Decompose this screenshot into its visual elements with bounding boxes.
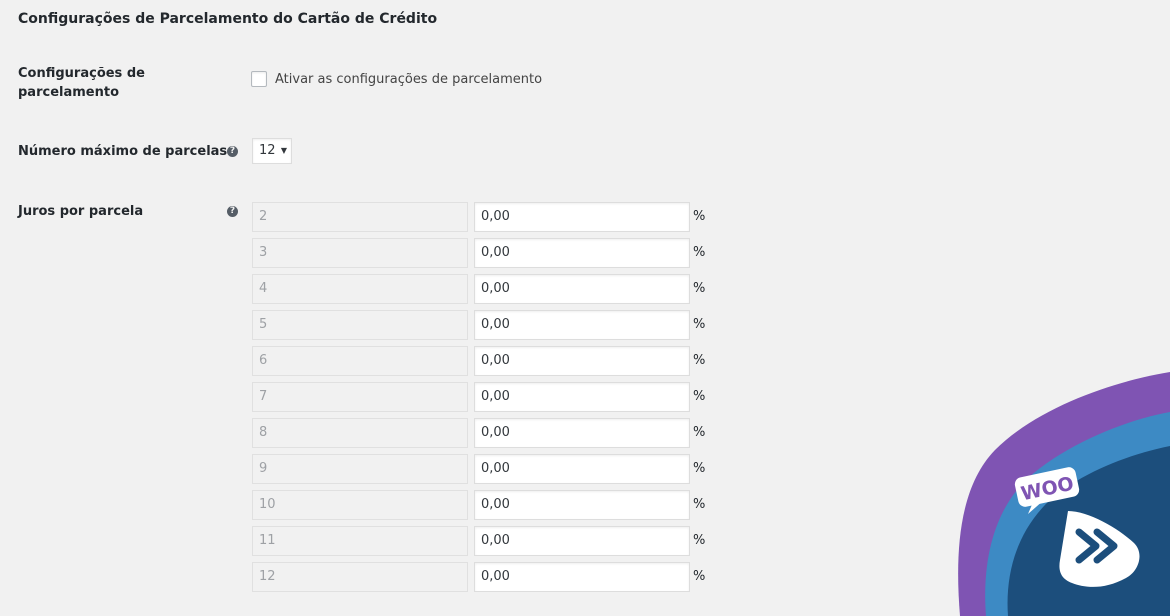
installment-number-field: 9 [252,454,468,484]
interest-rate-input[interactable]: 0,00 [474,526,690,556]
installment-row: 6 0,00% [252,346,712,376]
interest-rate-input[interactable]: 0,00 [474,418,690,448]
installment-number-field: 11 [252,526,468,556]
percent-symbol: % [693,353,706,368]
installment-row: 10 0,00% [252,490,712,520]
enable-installments-checkbox[interactable] [251,71,267,87]
installment-number-field: 2 [252,202,468,232]
installment-row: 9 0,00% [252,454,712,484]
percent-symbol: % [693,461,706,476]
percent-symbol: % [693,425,706,440]
interest-rate-input[interactable]: 0,00 [474,562,690,592]
interest-per-installment-label: Juros por parcela [18,204,144,219]
percent-symbol: % [693,245,706,260]
max-installments-label: Número máximo de parcelas [18,144,228,159]
installment-row: 7 0,00% [252,382,712,412]
dropdown-arrow-icon: ▼ [280,146,287,155]
interest-rate-input[interactable]: 0,00 [474,238,690,268]
installment-settings-label: Configurações de parcelamento [18,64,145,102]
interest-rate-input[interactable]: 0,00 [474,274,690,304]
percent-symbol: % [693,317,706,332]
installment-row: 4 0,00% [252,274,712,304]
interest-rate-input[interactable]: 0,00 [474,490,690,520]
max-installments-select-value: 12 [259,143,276,158]
installment-row: 2 0,00% [252,202,712,232]
installment-number-field: 8 [252,418,468,448]
help-icon[interactable]: ? [227,146,238,157]
installment-number-field: 5 [252,310,468,340]
woo-plugin-logo: WOO [958,372,1170,616]
percent-symbol: % [693,281,706,296]
percent-symbol: % [693,209,706,224]
installment-settings-label-line2: parcelamento [18,85,120,100]
installment-row: 12 0,00% [252,562,712,592]
installment-row: 5 0,00% [252,310,712,340]
enable-installments-checkbox-label[interactable]: Ativar as configurações de parcelamento [275,70,542,89]
installment-row: 8 0,00% [252,418,712,448]
installment-number-field: 7 [252,382,468,412]
installment-rates-list: 2 0,00% 3 0,00% 4 0,00% 5 0,00% 6 0,00% 7 0,00% 8 0,0… [252,202,712,598]
installment-number-field: 12 [252,562,468,592]
installment-settings-label-line1: Configurações de [18,66,145,81]
interest-rate-input[interactable]: 0,00 [474,202,690,232]
installment-row: 3 0,00% [252,238,712,268]
interest-rate-input[interactable]: 0,00 [474,310,690,340]
interest-rate-input[interactable]: 0,00 [474,346,690,376]
installment-row: 11 0,00% [252,526,712,556]
max-installments-select[interactable]: 12 ▼ [252,138,292,164]
interest-rate-input[interactable]: 0,00 [474,382,690,412]
percent-symbol: % [693,533,706,548]
installment-number-field: 4 [252,274,468,304]
installment-number-field: 10 [252,490,468,520]
help-icon[interactable]: ? [227,206,238,217]
percent-symbol: % [693,389,706,404]
installment-number-field: 6 [252,346,468,376]
installment-number-field: 3 [252,238,468,268]
percent-symbol: % [693,497,706,512]
page-title: Configurações de Parcelamento do Cartão … [18,11,438,27]
interest-rate-input[interactable]: 0,00 [474,454,690,484]
percent-symbol: % [693,569,706,584]
